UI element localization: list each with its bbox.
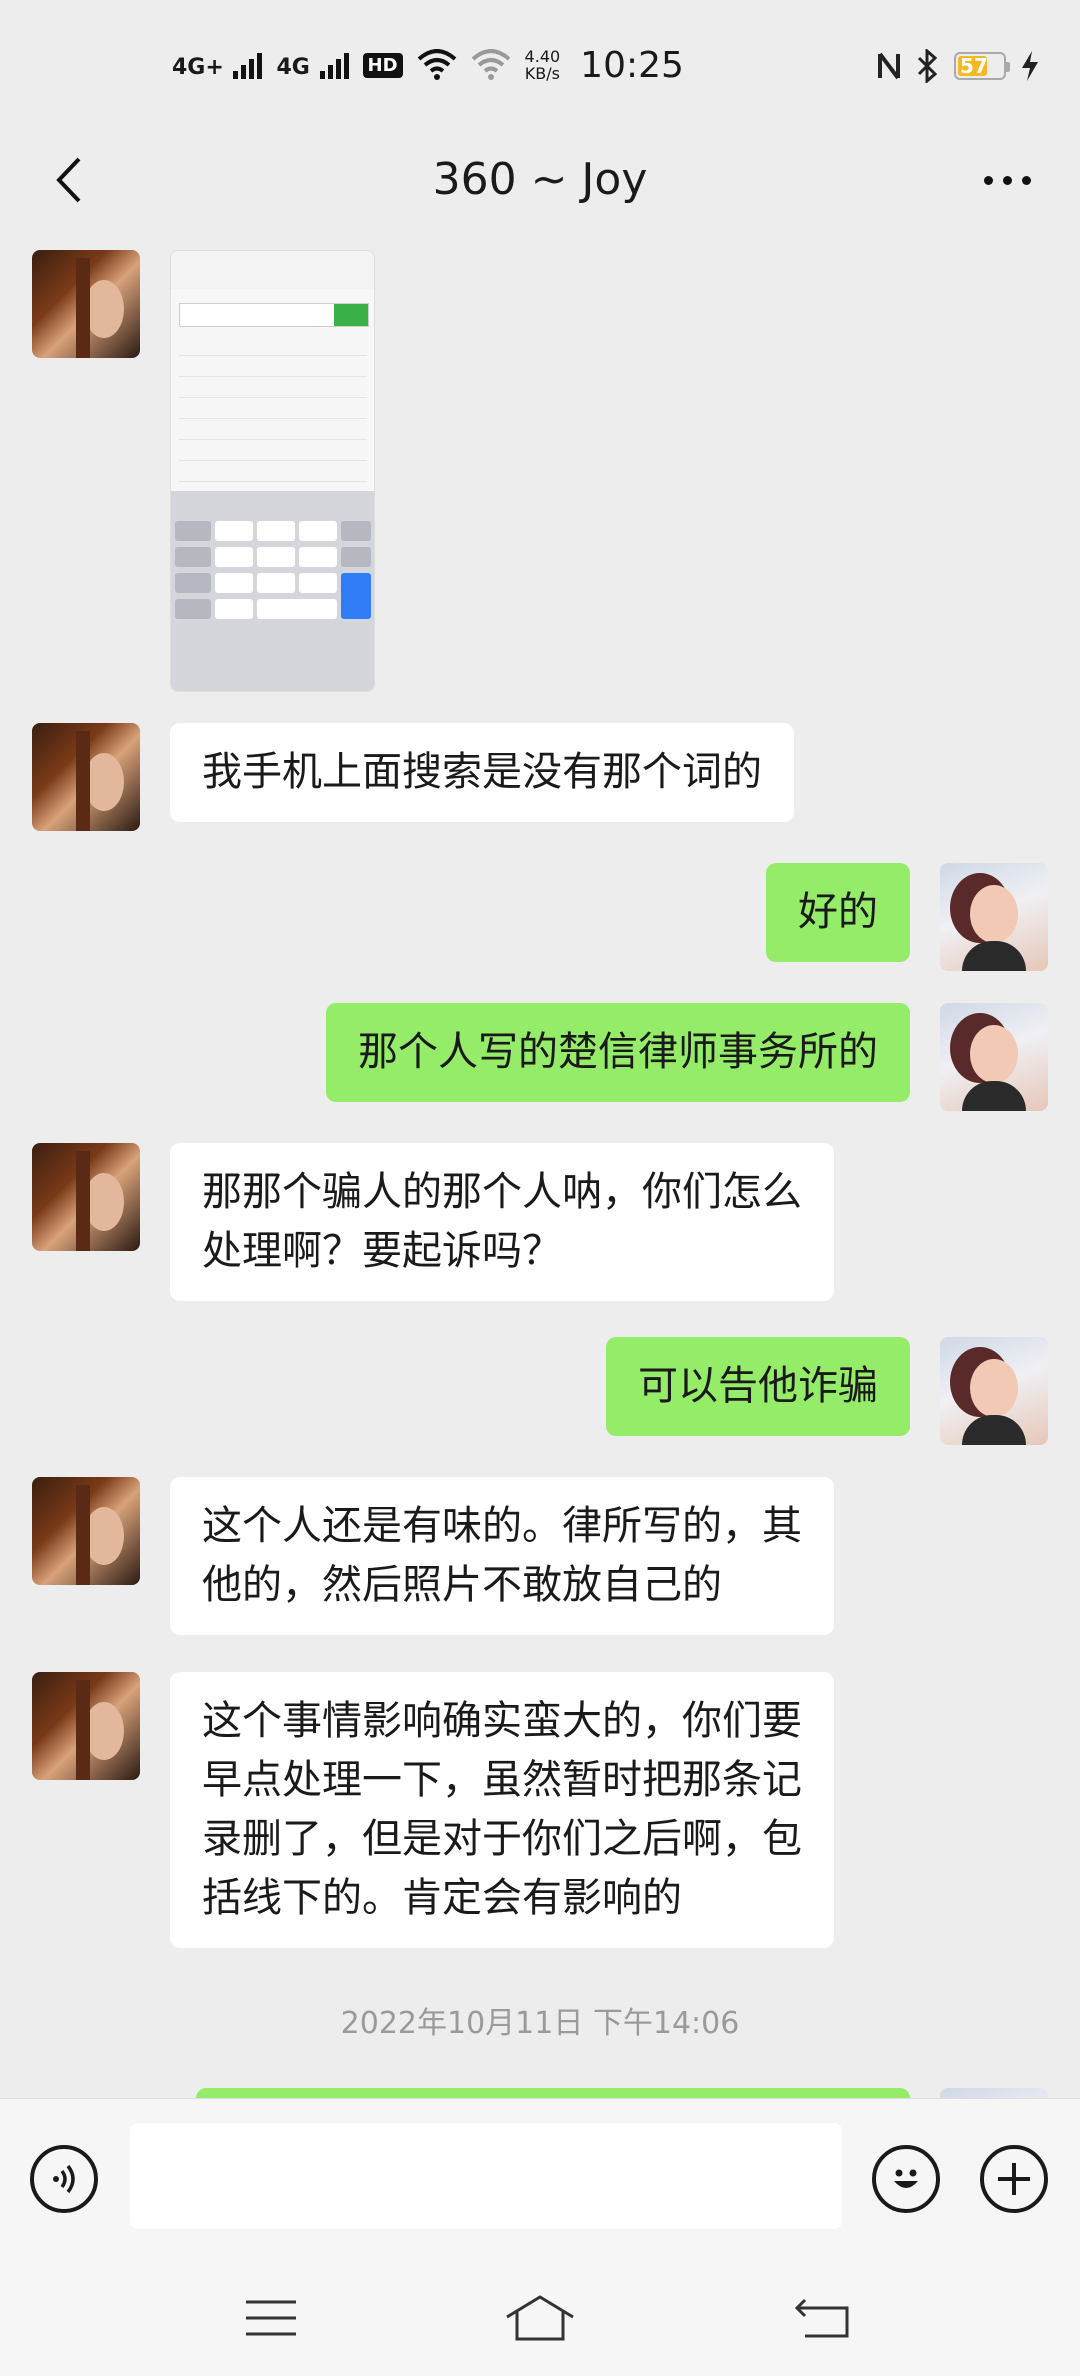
back-nav-button[interactable] — [778, 2278, 868, 2358]
contact-avatar[interactable] — [32, 250, 140, 358]
voice-button[interactable] — [30, 2145, 98, 2213]
message-text: 他的，然后照片不敢放自己的 — [202, 1562, 722, 1608]
message-text: 那那个骗人的那个人呐，你们怎么 — [202, 1169, 802, 1215]
voice-icon — [53, 2164, 75, 2194]
message-text: 处理啊？要起诉吗？ — [202, 1228, 562, 1274]
clock: 10:25 — [580, 44, 684, 86]
system-nav-bar — [0, 2258, 1080, 2376]
signal-icon — [233, 51, 263, 79]
my-avatar[interactable] — [940, 863, 1048, 971]
charging-icon — [1022, 51, 1038, 81]
signal-icon — [319, 51, 349, 79]
message-text: 这个事情影响确实蛮大的，你们要 — [202, 1698, 802, 1744]
my-avatar[interactable] — [940, 1003, 1048, 1111]
message-text: 录删了，但是对于你们之后啊，包 — [202, 1816, 802, 1862]
emoji-button[interactable] — [872, 2145, 940, 2213]
message-bubble-sent[interactable]: 那个人写的楚信律师事务所的 — [326, 1003, 910, 1102]
message-bubble-received[interactable]: 这个事情影响确实蛮大的，你们要 早点处理一下，虽然暂时把那条记 录删了，但是对于… — [170, 1672, 834, 1948]
home-icon — [506, 2295, 574, 2341]
message-text: 好的 — [798, 889, 878, 935]
network-4g-plus: 4G+ — [172, 51, 263, 79]
message-bubble-received[interactable]: 那那个骗人的那个人呐，你们怎么 处理啊？要起诉吗？ — [170, 1143, 834, 1301]
message-timestamp: 2022年10月11日 下午14:06 — [340, 2006, 740, 2041]
contact-avatar[interactable] — [32, 1672, 140, 1780]
message-text: 早点处理一下，虽然暂时把那条记 — [202, 1757, 802, 1803]
message-bubble-received[interactable]: 我手机上面搜索是没有那个词的 — [170, 723, 794, 822]
status-left: 4G+ 4G HD 4.40 KB/s 10:25 — [172, 40, 684, 90]
emoji-icon — [894, 2169, 918, 2188]
hotspot-wifi-icon — [471, 49, 510, 80]
back-icon — [794, 2298, 849, 2338]
contact-avatar[interactable] — [32, 1477, 140, 1585]
menu-button[interactable] — [226, 2278, 316, 2358]
message-input[interactable] — [130, 2123, 842, 2229]
message-bubble-sent-partial[interactable] — [196, 2088, 910, 2098]
message-text: 我手机上面搜索是没有那个词的 — [202, 749, 762, 795]
plus-button[interactable] — [980, 2145, 1048, 2213]
wifi-icon — [417, 49, 456, 80]
my-avatar[interactable] — [940, 2088, 1048, 2098]
message-bubble-sent[interactable]: 好的 — [766, 863, 910, 962]
menu-icon — [246, 2300, 296, 2336]
chat-header: 360 ~ Joy — [0, 130, 1080, 230]
bluetooth-icon — [917, 49, 938, 83]
contact-avatar[interactable] — [32, 1143, 140, 1251]
message-text: 那个人写的楚信律师事务所的 — [358, 1029, 878, 1075]
status-bar: 4G+ 4G HD 4.40 KB/s 10:25 57 — [0, 0, 1080, 130]
message-text: 可以告他诈骗 — [638, 1363, 878, 1409]
message-list[interactable]: 我手机上面搜索是没有那个词的 好的 那个人写的楚信律师事务所的 那那个骗人的那个… — [0, 230, 1080, 2098]
message-text: 括线下的。肯定会有影响的 — [202, 1875, 682, 1921]
nfc-icon — [878, 52, 900, 80]
network-speed: 4.40 KB/s — [524, 47, 561, 83]
back-button[interactable] — [28, 140, 108, 220]
battery-icon: 57 — [954, 52, 1010, 80]
home-button[interactable] — [495, 2278, 585, 2358]
more-button[interactable] — [962, 140, 1052, 220]
chat-title: 360 ~ Joy — [432, 154, 648, 205]
contact-avatar[interactable] — [32, 723, 140, 831]
status-right: 57 — [876, 44, 1040, 88]
message-bubble-received[interactable]: 这个人还是有味的。律所写的，其 他的，然后照片不敢放自己的 — [170, 1477, 834, 1635]
message-text: 这个人还是有味的。律所写的，其 — [202, 1503, 802, 1549]
my-avatar[interactable] — [940, 1337, 1048, 1445]
chevron-left-icon — [56, 157, 81, 203]
hd-voice-icon: HD — [362, 52, 403, 78]
more-dots-icon — [983, 175, 993, 185]
input-bar — [0, 2098, 1080, 2259]
plus-icon — [998, 2163, 1030, 2195]
message-bubble-sent[interactable]: 可以告他诈骗 — [606, 1337, 910, 1436]
network-4g: 4G — [276, 51, 349, 79]
image-message[interactable] — [170, 250, 375, 692]
